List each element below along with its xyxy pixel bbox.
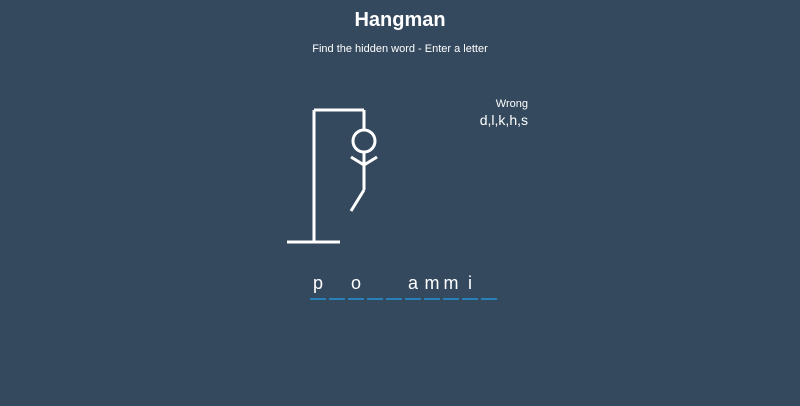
letter-slot: p: [310, 272, 326, 300]
wrong-letters: d,l,k,h,s: [479, 112, 528, 128]
figure-head: [351, 128, 377, 154]
wrong-letters-panel: Wrong d,l,k,h,s: [440, 97, 528, 129]
letter-slot: m: [424, 272, 440, 300]
letter-slot: m: [443, 272, 459, 300]
letter-slot: a: [405, 272, 421, 300]
letter-slot: o: [348, 272, 364, 300]
figure-left-arm: [350, 155, 365, 167]
letter-slot: [481, 272, 497, 300]
game-title: Hangman: [354, 9, 446, 31]
game-instructions: Find the hidden word - Enter a letter: [312, 43, 488, 55]
figure-left-leg: [349, 189, 366, 212]
letter-slot: i: [462, 272, 478, 300]
letter-slot: [386, 272, 402, 300]
wrong-label: Wrong: [495, 98, 528, 110]
letter-slot: [367, 272, 383, 300]
figure-right-arm: [363, 155, 378, 167]
letter-slot: [329, 272, 345, 300]
hangman-figure: [287, 108, 378, 244]
hidden-word: p o a m m i: [310, 272, 500, 300]
